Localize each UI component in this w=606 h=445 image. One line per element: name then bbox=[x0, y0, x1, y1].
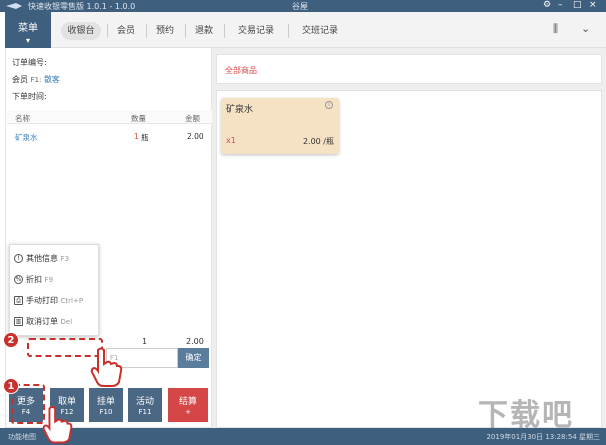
list-header: 名称 数量 金额 bbox=[7, 110, 212, 124]
table-row[interactable]: 矿泉水 1 瓶 2.00 bbox=[7, 130, 212, 144]
top-nav: 收银台 会员 预约 退款 交易记录 交班记录 ⫼ ⌄ bbox=[51, 12, 606, 48]
tab-shift-records[interactable]: 交班记录 bbox=[293, 22, 347, 40]
tab-member[interactable]: 会员 bbox=[111, 22, 141, 40]
watermark: 下载吧 bbox=[478, 398, 574, 433]
summary-count: 1 bbox=[142, 337, 148, 346]
close-icon[interactable]: × bbox=[589, 0, 597, 10]
discount-icon: % bbox=[14, 275, 23, 284]
member-link[interactable]: 散客 bbox=[44, 75, 60, 84]
pointer-hand-icon bbox=[90, 347, 123, 387]
item-qty: 1 bbox=[134, 132, 139, 141]
nav-divider bbox=[107, 24, 108, 38]
order-number: 订单编号: bbox=[12, 58, 47, 67]
product-panel: 全部商品 矿泉水 i x1 2.00 /瓶 bbox=[212, 48, 606, 428]
order-member: 会员 F1: 散客 bbox=[12, 75, 60, 84]
minimize-icon[interactable]: – bbox=[558, 0, 563, 10]
menu-label: 菜单 bbox=[18, 23, 38, 34]
checkout-button[interactable]: 结算 + bbox=[168, 388, 208, 422]
tab-transactions[interactable]: 交易记录 bbox=[229, 22, 283, 40]
col-qty: 数量 bbox=[131, 114, 146, 123]
order-time: 下单时间: bbox=[12, 92, 47, 101]
pointer-hand-icon bbox=[42, 406, 73, 444]
menu-item-other-info[interactable]: ! 其他信息 F3 bbox=[14, 253, 69, 264]
menu-item-discount[interactable]: % 折扣 F9 bbox=[14, 274, 53, 285]
info-icon[interactable]: i bbox=[325, 101, 333, 109]
category-all[interactable]: 全部商品 bbox=[225, 65, 257, 76]
tab-reservation[interactable]: 预约 bbox=[150, 22, 180, 40]
chevron-down-icon: ▾ bbox=[25, 36, 30, 45]
col-name: 名称 bbox=[15, 114, 30, 123]
product-card[interactable]: 矿泉水 i x1 2.00 /瓶 bbox=[221, 98, 339, 154]
nav-divider bbox=[146, 24, 147, 38]
item-amount: 2.00 bbox=[187, 132, 204, 141]
maximize-icon[interactable]: □ bbox=[573, 0, 582, 10]
trash-icon: ▥ bbox=[14, 317, 23, 326]
nav-divider bbox=[288, 24, 289, 38]
nav-divider bbox=[224, 24, 225, 38]
title-bar: 快速收银零售版 1.0.1 - 1.0.0 谷屋 ⚙ – □ × bbox=[0, 0, 606, 12]
status-left[interactable]: 功能地图 bbox=[8, 432, 36, 442]
product-name: 矿泉水 bbox=[226, 105, 254, 115]
hold-order-button[interactable]: 挂单 F10 bbox=[89, 388, 123, 422]
item-unit: 瓶 bbox=[141, 133, 149, 142]
tab-refund[interactable]: 退款 bbox=[189, 22, 219, 40]
menu-item-manual-print[interactable]: ⎙ 手动打印 Ctrl+P bbox=[14, 295, 83, 306]
col-amount: 金额 bbox=[185, 114, 200, 123]
filter-icon[interactable]: ⫼ bbox=[553, 22, 558, 36]
menu-item-cancel-order[interactable]: ▥ 取消订单 Del bbox=[14, 316, 72, 327]
nav-divider bbox=[185, 24, 186, 38]
product-price: 2.00 /瓶 bbox=[302, 137, 334, 146]
printer-icon: ⎙ bbox=[14, 296, 23, 305]
app-title: 快速收银零售版 1.0.1 - 1.0.0 bbox=[28, 2, 136, 11]
step-1-marker: 1 bbox=[3, 378, 19, 394]
promotion-button[interactable]: 活动 F11 bbox=[128, 388, 162, 422]
app-logo-icon bbox=[6, 3, 22, 9]
tab-cashier[interactable]: 收银台 bbox=[61, 22, 101, 40]
step-2-marker: 2 bbox=[3, 332, 19, 348]
category-bar: 全部商品 bbox=[216, 54, 602, 84]
chevron-down-icon[interactable]: ⌄ bbox=[581, 22, 590, 35]
shop-name: 谷屋 bbox=[292, 2, 308, 11]
gear-icon[interactable]: ⚙ bbox=[543, 0, 551, 10]
confirm-button[interactable]: 确定 bbox=[178, 348, 209, 368]
product-grid: 矿泉水 i x1 2.00 /瓶 bbox=[216, 90, 602, 428]
more-popup-menu: ! 其他信息 F3 % 折扣 F9 ⎙ 手动打印 Ctrl+P ▥ 取消订单 Del bbox=[9, 244, 99, 336]
info-icon: ! bbox=[14, 254, 23, 263]
product-qty: x1 bbox=[226, 136, 236, 145]
summary-total: 2.00 bbox=[186, 337, 204, 346]
item-name: 矿泉水 bbox=[15, 133, 38, 142]
